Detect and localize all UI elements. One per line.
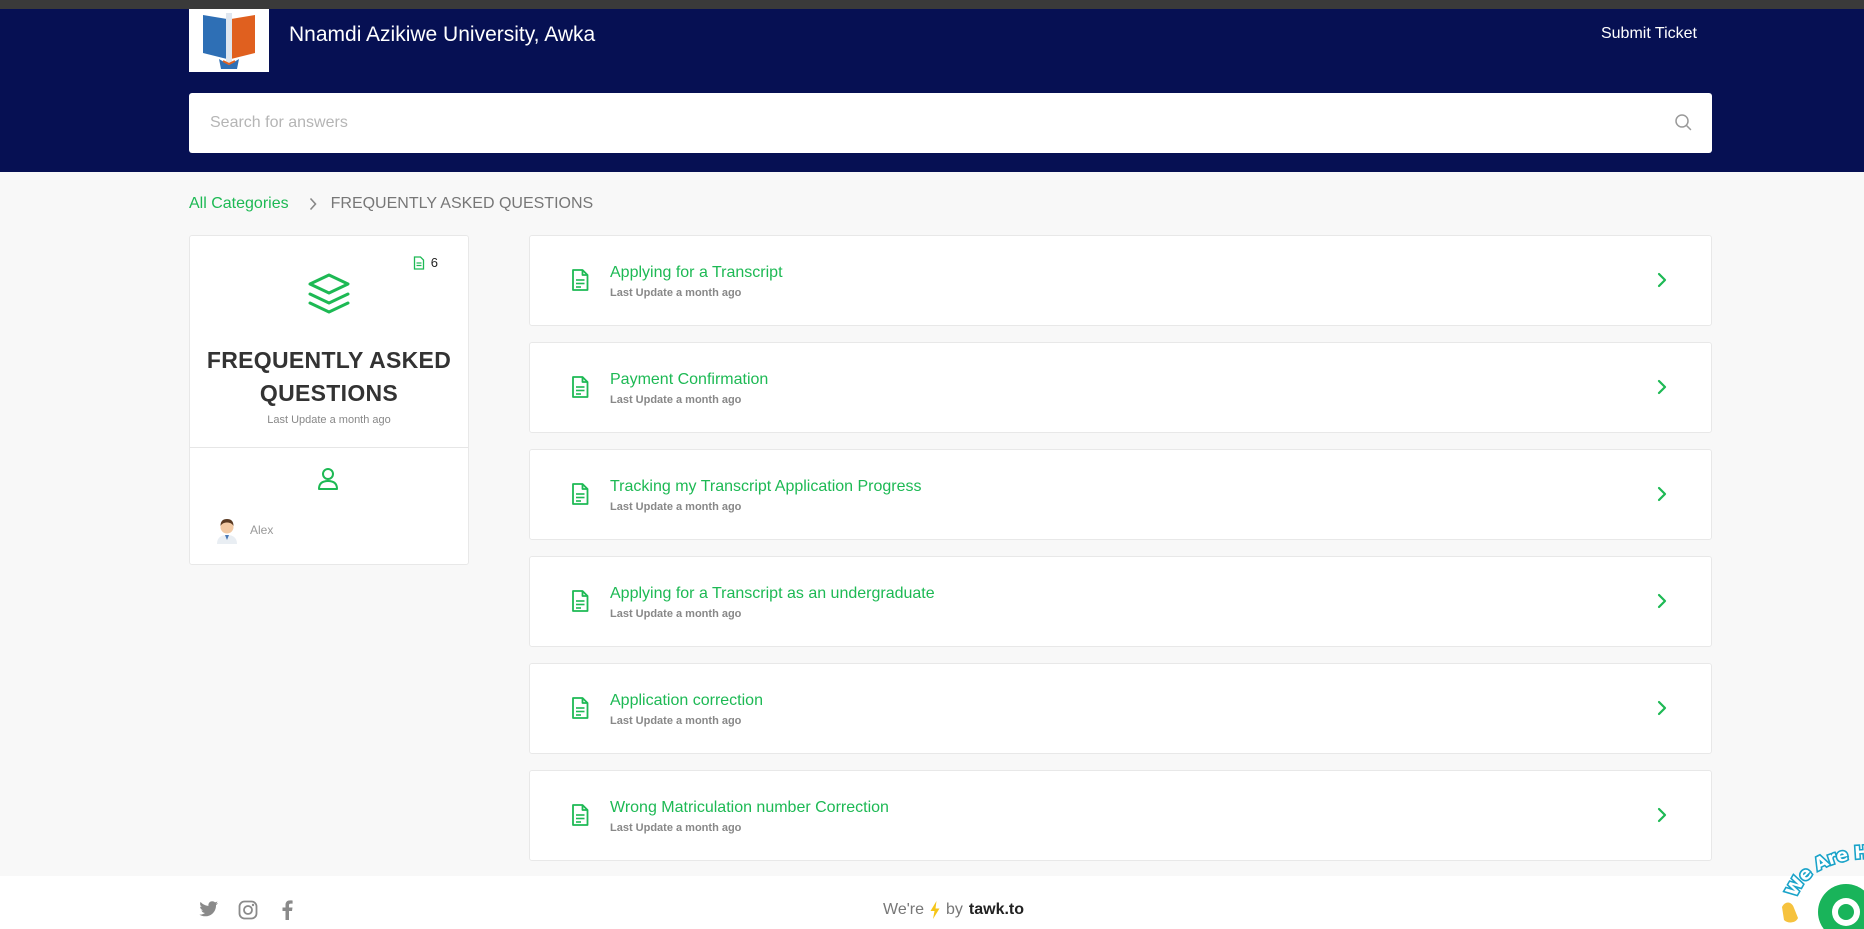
chevron-right-icon (1657, 700, 1667, 716)
chevron-right-icon (1657, 272, 1667, 288)
article-item[interactable]: Wrong Matriculation number Correction La… (529, 770, 1712, 861)
category-card: 6 FREQUENTLY ASKED QUESTIONS Last Update… (189, 235, 469, 565)
document-icon (572, 697, 589, 719)
search-bar (189, 93, 1712, 153)
article-item[interactable]: Payment Confirmation Last Update a month… (529, 342, 1712, 433)
author: Alex (214, 516, 273, 544)
article-last-update: Last Update a month ago (610, 501, 742, 513)
lightning-icon (930, 901, 940, 919)
tawk-brand[interactable]: tawk.to (969, 901, 1024, 919)
category-title: FREQUENTLY ASKED QUESTIONS (206, 347, 452, 406)
article-title[interactable]: Application correction (610, 692, 763, 710)
powered-prefix: We're (883, 901, 924, 918)
category-last-update: Last Update a month ago (267, 414, 391, 426)
layers-icon (308, 273, 350, 314)
chevron-right-icon (1657, 379, 1667, 395)
article-item[interactable]: Application correction Last Update a mon… (529, 663, 1712, 754)
article-count-value: 6 (430, 255, 438, 270)
breadcrumb-current: FREQUENTLY ASKED QUESTIONS (330, 195, 594, 212)
divider (190, 447, 468, 448)
article-last-update: Last Update a month ago (610, 394, 742, 406)
breadcrumb-all-categories[interactable]: All Categories (189, 195, 289, 213)
chevron-right-icon (1657, 486, 1667, 502)
search-icon[interactable] (1674, 113, 1692, 131)
site-title: Nnamdi Azikiwe University, Awka (289, 23, 596, 46)
footer: We're by tawk.to (0, 876, 1864, 929)
breadcrumb: All Categories FREQUENTLY ASKED QUESTION… (189, 193, 593, 215)
avatar (217, 519, 237, 544)
twitter-icon[interactable] (199, 900, 219, 918)
instagram-icon[interactable] (238, 900, 258, 920)
university-logo[interactable] (189, 9, 269, 72)
chevron-right-icon (309, 197, 317, 211)
article-last-update: Last Update a month ago (610, 608, 742, 620)
document-icon (572, 590, 589, 612)
article-title[interactable]: Applying for a Transcript (610, 264, 783, 282)
facebook-icon[interactable] (281, 900, 293, 920)
article-title[interactable]: Tracking my Transcript Application Progr… (610, 478, 922, 496)
article-count: 6 (413, 255, 438, 270)
article-last-update: Last Update a month ago (610, 287, 742, 299)
site-header: Nnamdi Azikiwe University, Awka Submit T… (0, 9, 1864, 172)
chat-widget[interactable]: We Are Here! (1769, 813, 1864, 929)
powered-by-label: by (946, 901, 963, 918)
article-list: Applying for a Transcript Last Update a … (529, 235, 1712, 877)
article-title[interactable]: Payment Confirmation (610, 371, 768, 389)
article-item[interactable]: Applying for a Transcript Last Update a … (529, 235, 1712, 326)
article-title[interactable]: Wrong Matriculation number Correction (610, 799, 889, 817)
article-title[interactable]: Applying for a Transcript as an undergra… (610, 585, 935, 603)
document-icon (572, 376, 589, 398)
article-last-update: Last Update a month ago (610, 715, 742, 727)
article-item[interactable]: Applying for a Transcript as an undergra… (529, 556, 1712, 647)
submit-ticket-link[interactable]: Submit Ticket (1601, 22, 1697, 46)
author-name: Alex (250, 523, 274, 537)
document-icon (413, 255, 424, 270)
search-input[interactable] (189, 93, 1649, 153)
article-item[interactable]: Tracking my Transcript Application Progr… (529, 449, 1712, 540)
article-last-update: Last Update a month ago (610, 822, 742, 834)
chevron-right-icon (1657, 807, 1667, 823)
document-icon (572, 269, 589, 291)
user-icon (318, 468, 338, 490)
document-icon (572, 483, 589, 505)
powered-by[interactable]: We're by tawk.to (883, 901, 1024, 919)
chevron-right-icon (1657, 593, 1667, 609)
document-icon (572, 804, 589, 826)
browser-top-strip (0, 0, 1864, 9)
